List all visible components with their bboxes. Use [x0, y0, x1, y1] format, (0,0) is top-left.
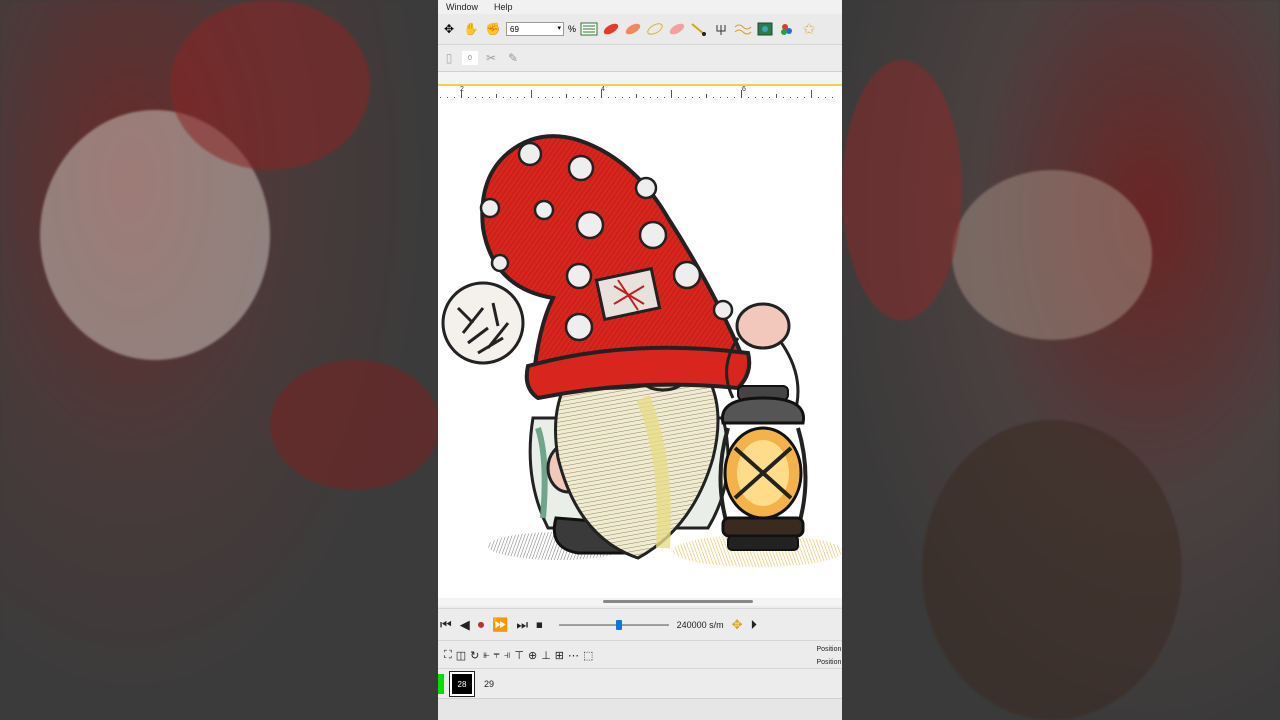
stitch-field[interactable]: 0	[462, 51, 478, 65]
horizontal-scrollbar[interactable]	[438, 598, 842, 606]
stitch-field-value: 0	[468, 54, 472, 62]
gnome-right-hand	[735, 302, 791, 350]
lock-icon[interactable]: ▯	[440, 49, 458, 67]
star-shape-icon[interactable]: ✩	[800, 20, 818, 38]
move-icon[interactable]: ✥	[732, 617, 743, 633]
satin-fill-icon[interactable]	[602, 20, 620, 38]
zoom-unit: %	[568, 24, 577, 34]
align-center-icon[interactable]: ⫧	[494, 649, 500, 662]
skip-forward-icon[interactable]: ⏭	[516, 617, 528, 633]
outline-shape-icon[interactable]	[646, 20, 664, 38]
wave-stitch-icon[interactable]	[734, 20, 752, 38]
center-icon[interactable]: ⊞	[555, 649, 564, 662]
toolbar-spacer	[438, 72, 842, 86]
menu-bar: Window Help	[438, 0, 842, 14]
secondary-toolbar: ▯ 0 ✂ ✎	[438, 45, 842, 72]
align-top-icon[interactable]: ⊤	[514, 649, 524, 662]
align-toolbar: ⛶ ◫ ↻ ⫦ ⫧ ⫣ ⊤ ⊕ ⊥ ⊞ ⋯ ⬚ Position X Posit…	[438, 640, 842, 669]
menu-window[interactable]: Window	[438, 2, 486, 12]
gnome-embroidery-design	[441, 134, 842, 567]
image-icon[interactable]	[756, 20, 774, 38]
tatami-fill-icon[interactable]	[624, 20, 642, 38]
scrollbar-thumb[interactable]	[603, 600, 753, 603]
stitch-player-bar: ⏮ ◀ ⏺ ⏩ ⏭ ⏹ 240000 s/m ✥ ⏵	[438, 608, 842, 641]
speed-slider-knob[interactable]	[616, 620, 623, 630]
menu-help[interactable]: Help	[486, 2, 521, 12]
gradient-fill-icon[interactable]	[668, 20, 686, 38]
fork-stitch-icon[interactable]	[712, 20, 730, 38]
speed-label: 240000 s/m	[676, 620, 724, 630]
blurred-background-right	[842, 0, 1280, 720]
hat-pompom	[441, 281, 525, 365]
stop-icon[interactable]: ⏹	[536, 617, 543, 633]
zoom-input[interactable]: 69 ▾	[506, 22, 564, 36]
reshape-icon[interactable]: ✎	[504, 49, 522, 67]
rotate-icon[interactable]: ↻	[470, 649, 479, 662]
position-readout: Position X Position Y	[816, 643, 842, 669]
properties-icon[interactable]	[580, 20, 598, 38]
align-right-icon[interactable]: ⫣	[504, 649, 511, 662]
running-stitch-icon[interactable]	[690, 20, 708, 38]
grab-tool-icon[interactable]: ✊	[484, 20, 502, 38]
edit-nodes-icon[interactable]: ✂	[482, 49, 500, 67]
ruler-label: 6	[742, 86, 746, 93]
step-forward-icon[interactable]: ⏵	[751, 617, 758, 633]
blurred-background-left	[0, 0, 440, 720]
color-count: 29	[484, 679, 495, 689]
mirror-icon[interactable]: ◫	[456, 649, 466, 662]
size-icon[interactable]: ⬚	[583, 649, 593, 662]
align-left-icon[interactable]: ⫦	[483, 649, 489, 662]
zoom-value: 69	[510, 24, 519, 34]
color-swatch-green[interactable]	[438, 674, 444, 694]
lantern	[718, 385, 808, 551]
color-number: 28	[457, 679, 467, 689]
color-status-bar: 28 29	[438, 668, 842, 699]
skip-back-icon[interactable]: ⏮	[440, 617, 452, 633]
embroidery-app-window: Window Help ✥ ✋ ✊ 69 ▾ % ✩ ▯ 0 ✂ ✎ 4 6 ⏮…	[438, 0, 842, 720]
chevron-down-icon[interactable]: ▾	[557, 24, 561, 32]
color-swatch-current[interactable]: 28	[449, 671, 475, 697]
hand-tool-icon[interactable]: ✋	[462, 20, 480, 38]
main-toolbar: ✥ ✋ ✊ 69 ▾ % ✩	[438, 14, 842, 45]
bottom-panel	[438, 698, 842, 720]
position-x-label: Position X	[816, 646, 842, 653]
design-canvas[interactable]	[438, 98, 842, 598]
select-tool-icon[interactable]: ✥	[440, 20, 458, 38]
step-back-icon[interactable]: ◀	[460, 617, 470, 633]
group-icon[interactable]: ⛶	[444, 649, 452, 662]
align-bottom-icon[interactable]: ⊥	[541, 649, 551, 662]
speed-slider[interactable]	[558, 620, 669, 630]
color-palette-icon[interactable]	[778, 20, 796, 38]
align-middle-icon[interactable]: ⊕	[528, 649, 537, 662]
fast-forward-icon[interactable]: ⏩	[492, 617, 508, 633]
play-icon[interactable]: ⏺	[478, 617, 485, 633]
distribute-icon[interactable]: ⋯	[568, 649, 579, 662]
